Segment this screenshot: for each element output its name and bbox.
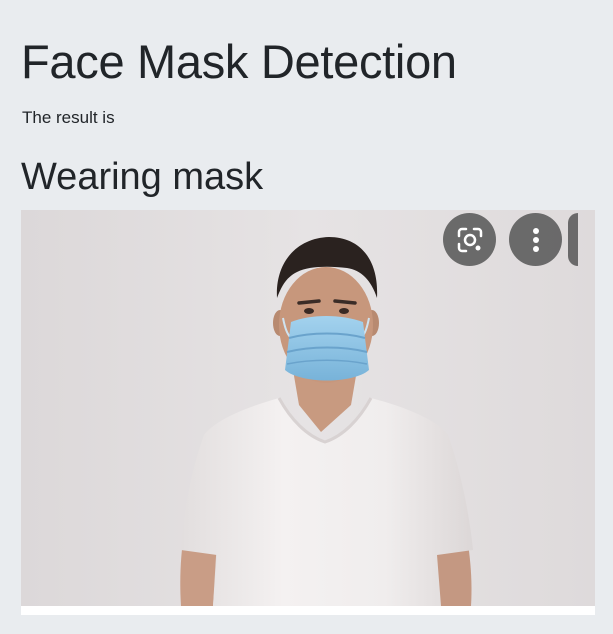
result-label: The result is (22, 108, 115, 127)
more-vertical-icon (532, 227, 539, 252)
detection-result: Wearing mask (21, 156, 264, 198)
page-title: Face Mask Detection (21, 35, 457, 88)
lens-search-button[interactable] (443, 213, 496, 266)
lens-search-icon (457, 227, 482, 252)
more-options-button[interactable] (509, 213, 562, 266)
partial-overlay-button[interactable] (568, 213, 578, 266)
uploaded-image (21, 210, 595, 615)
mask-photo (21, 210, 595, 615)
